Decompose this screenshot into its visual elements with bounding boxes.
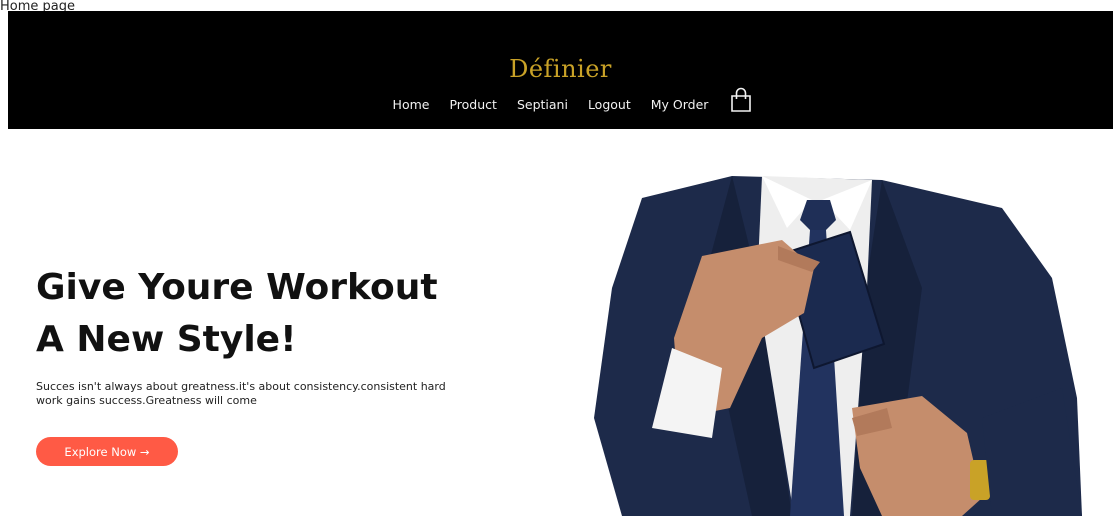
shopping-bag-icon[interactable]	[730, 87, 752, 113]
nav-item-product[interactable]: Product	[449, 97, 496, 112]
nav-item-logout[interactable]: Logout	[588, 97, 631, 112]
explore-now-button[interactable]: Explore Now →	[36, 437, 178, 466]
site-header: Définier Home Product Septiani Logout My…	[8, 11, 1113, 129]
man-in-suit-illustration	[594, 176, 1082, 516]
nav-item-user[interactable]: Septiani	[517, 97, 568, 112]
hero-image	[582, 168, 1102, 516]
hero-title: Give Youre Workout A New Style!	[36, 262, 496, 366]
hero-title-line-2: A New Style!	[36, 319, 297, 360]
page: Home page Définier Home Product Septiani…	[0, 0, 1113, 516]
nav-item-home[interactable]: Home	[393, 97, 430, 112]
nav-item-my-order[interactable]: My Order	[651, 97, 709, 112]
hero-title-line-1: Give Youre Workout	[36, 267, 438, 308]
brand-logo[interactable]: Définier	[8, 55, 1113, 83]
main-nav: Home Product Septiani Logout My Order	[8, 87, 1113, 113]
hero-description: Succes isn't always about greatness.it's…	[36, 380, 446, 407]
